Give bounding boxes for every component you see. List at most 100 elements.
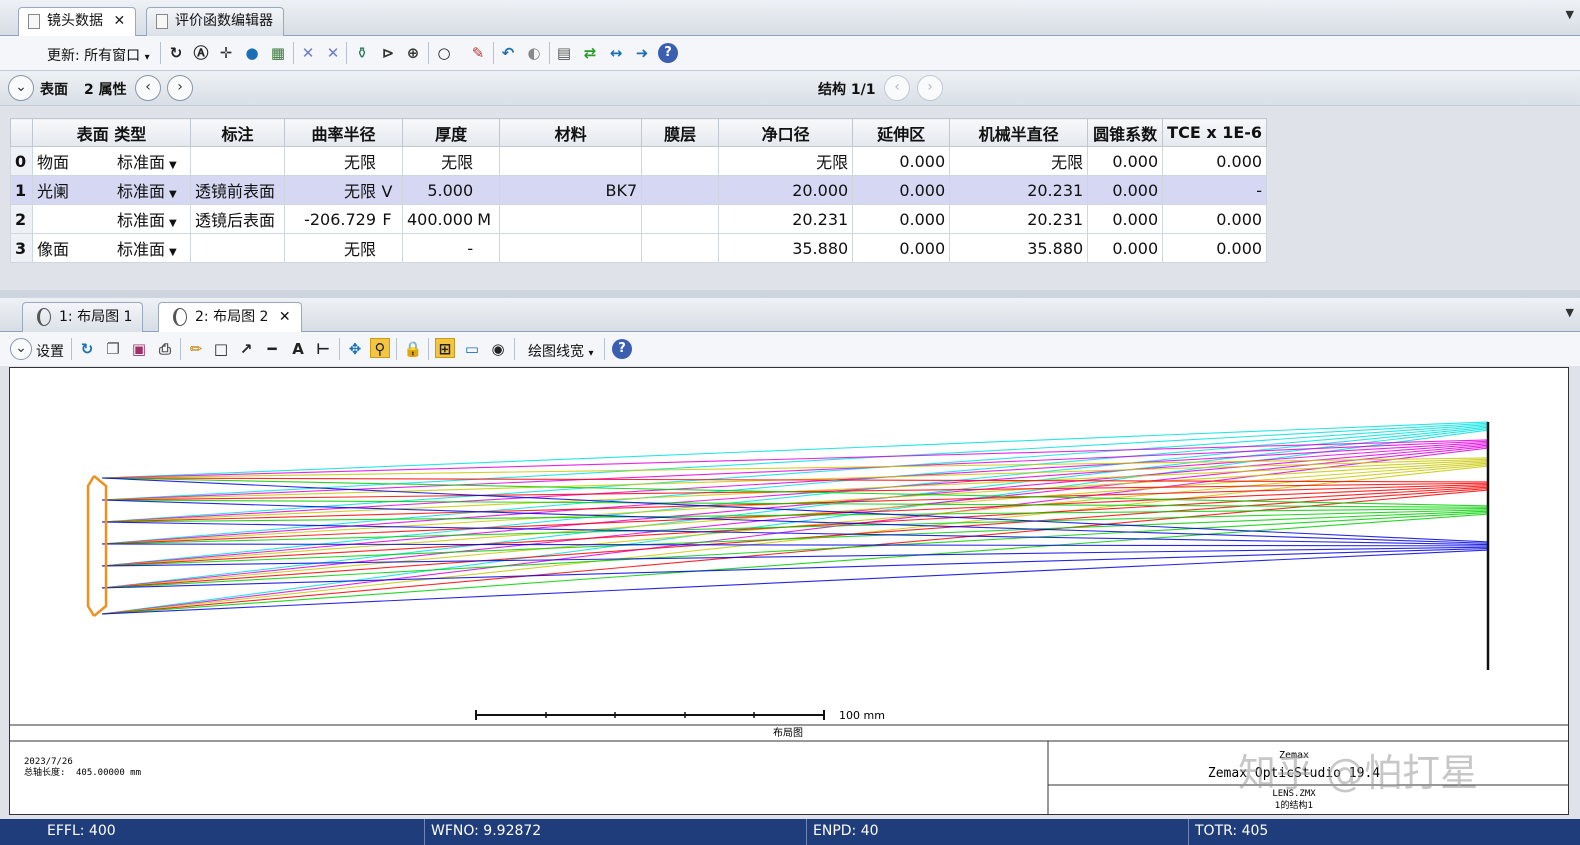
- comment-cell[interactable]: [190, 233, 285, 263]
- surface-type-cell[interactable]: 像面 标准面 ▼: [32, 233, 191, 263]
- save-icon[interactable]: ▣: [129, 339, 149, 359]
- tce-cell[interactable]: 0.000: [1162, 146, 1268, 176]
- undo-icon[interactable]: ↶: [498, 43, 518, 63]
- magic-wand-icon[interactable]: ✎: [468, 43, 488, 63]
- column-header[interactable]: 净口径: [718, 118, 854, 147]
- column-header[interactable]: 机械半直径: [949, 118, 1089, 147]
- conic-cell[interactable]: 0.000: [1087, 204, 1164, 234]
- column-header[interactable]: 圆锥系数: [1087, 118, 1164, 147]
- tce-cell[interactable]: -: [1162, 175, 1268, 205]
- table-row[interactable]: 0 物面 标准面 ▼ 无限 无限 无限 0.000 无限 0.000 0.000: [10, 146, 1268, 176]
- column-header[interactable]: 表面 类型: [32, 118, 191, 147]
- radius-cell[interactable]: 无限: [284, 233, 403, 263]
- tab-lens-data[interactable]: 镜头数据 ✕: [18, 7, 137, 37]
- column-header[interactable]: 材料: [499, 118, 643, 147]
- chip-zone-cell[interactable]: 0.000: [852, 175, 951, 205]
- thickness-solve[interactable]: M: [473, 210, 495, 229]
- collapse-icon[interactable]: ⌄: [8, 75, 34, 101]
- aperture-icon[interactable]: ○: [434, 43, 454, 63]
- thickness-cell[interactable]: 无限: [401, 146, 501, 176]
- arrows-icon[interactable]: ↔: [606, 43, 626, 63]
- crosshair-icon[interactable]: ✛: [216, 43, 236, 63]
- conic-cell[interactable]: 0.000: [1087, 175, 1164, 205]
- mech-semi-diameter-cell[interactable]: 无限: [949, 146, 1089, 176]
- conic-cell[interactable]: 0.000: [1087, 233, 1164, 263]
- chevron-down-icon[interactable]: ▼: [169, 218, 177, 229]
- next-surface-button[interactable]: ›: [167, 75, 193, 101]
- material-cell[interactable]: [499, 146, 643, 176]
- mech-semi-diameter-cell[interactable]: 20.231: [949, 204, 1089, 234]
- radius-solve[interactable]: F: [376, 210, 398, 229]
- chip-zone-cell[interactable]: 0.000: [852, 204, 951, 234]
- line-icon[interactable]: ━: [262, 339, 282, 359]
- lens-split-icon[interactable]: ⊕: [403, 43, 423, 63]
- comment-cell[interactable]: 透镜前表面: [190, 175, 285, 205]
- dimension-icon[interactable]: ⊢: [313, 339, 333, 359]
- close-icon[interactable]: ✕: [279, 309, 291, 325]
- radius-cell[interactable]: 无限: [284, 146, 403, 176]
- chevron-down-icon[interactable]: ▼: [169, 160, 177, 171]
- layout-plot[interactable]: 100 mm 布局图 2023/7/26 总轴长度: 405.00000 mm …: [9, 367, 1569, 815]
- clear-semi-diameter-cell[interactable]: 无限: [718, 146, 854, 176]
- settings-label[interactable]: 设置: [36, 341, 64, 361]
- column-header[interactable]: 厚度: [401, 118, 501, 147]
- mech-semi-diameter-cell[interactable]: 35.880: [949, 233, 1089, 263]
- material-cell[interactable]: [499, 233, 643, 263]
- comment-cell[interactable]: 透镜后表面: [190, 204, 285, 234]
- refresh-icon[interactable]: ↻: [77, 339, 97, 359]
- panel-menu-icon[interactable]: ▼: [1566, 8, 1574, 21]
- column-header[interactable]: 标注: [190, 118, 285, 147]
- refresh-icon[interactable]: ↻: [166, 43, 186, 63]
- previous-config-button[interactable]: ‹: [884, 75, 910, 101]
- radius-solve[interactable]: V: [376, 182, 398, 201]
- table-row[interactable]: 3 像面 标准面 ▼ 无限 - 35.880 0.000 35.880 0.000 …: [10, 233, 1268, 263]
- next-config-button[interactable]: ›: [917, 75, 943, 101]
- line-arrow-icon[interactable]: ↗: [236, 339, 256, 359]
- lens-flip-icon[interactable]: ⊳: [378, 43, 398, 63]
- mech-semi-diameter-cell[interactable]: 20.231: [949, 175, 1089, 205]
- arrow-right-icon[interactable]: ➜: [632, 43, 652, 63]
- close-icon[interactable]: ✕: [113, 13, 125, 29]
- help-icon[interactable]: ?: [658, 43, 678, 63]
- thickness-cell[interactable]: 5.000: [401, 175, 501, 205]
- column-header[interactable]: 膜层: [641, 118, 720, 147]
- coating-cell[interactable]: [641, 146, 720, 176]
- auto-update-icon[interactable]: Ⓐ: [191, 43, 211, 63]
- zoom-icon[interactable]: ⚲: [370, 338, 390, 358]
- surface-type-cell[interactable]: 光阑 标准面 ▼: [32, 175, 191, 205]
- comment-cell[interactable]: [190, 146, 285, 176]
- radius-cell[interactable]: 无限 V: [284, 175, 403, 205]
- delete-surface-icon[interactable]: ✕: [323, 43, 343, 63]
- clear-semi-diameter-cell[interactable]: 20.231: [718, 204, 854, 234]
- tce-cell[interactable]: 0.000: [1162, 233, 1268, 263]
- coating-cell[interactable]: [641, 175, 720, 205]
- tab-layout-1[interactable]: 1: 布局图 1: [22, 302, 144, 332]
- page-icon[interactable]: ▤: [554, 43, 574, 63]
- chip-zone-cell[interactable]: 0.000: [852, 233, 951, 263]
- pencil-icon[interactable]: ✏: [186, 339, 206, 359]
- surface-type-cell[interactable]: 物面 标准面 ▼: [32, 146, 191, 176]
- line-width-dropdown[interactable]: 绘图线宽 ▾: [528, 341, 593, 361]
- lock-icon[interactable]: 🔒: [403, 339, 423, 359]
- pane-splitter[interactable]: [0, 290, 1580, 298]
- fit-window-icon[interactable]: ⊞: [435, 338, 455, 358]
- copy-icon[interactable]: ❐: [103, 339, 123, 359]
- chip-zone-cell[interactable]: 0.000: [852, 146, 951, 176]
- column-header[interactable]: TCE x 1E-6: [1162, 118, 1268, 147]
- chevron-down-icon[interactable]: ▼: [169, 247, 177, 258]
- column-header[interactable]: 延伸区: [852, 118, 951, 147]
- column-header[interactable]: 曲率半径: [284, 118, 403, 147]
- tce-cell[interactable]: 0.000: [1162, 204, 1268, 234]
- table-row[interactable]: 1 光阑 标准面 ▼ 透镜前表面 无限 V 5.000 BK7 20.000 0.00…: [10, 175, 1268, 205]
- image-icon[interactable]: ▦: [268, 43, 288, 63]
- lens-icon[interactable]: ⚱: [352, 43, 372, 63]
- rectangle-icon[interactable]: □: [211, 339, 231, 359]
- text-icon[interactable]: A: [288, 339, 308, 359]
- previous-surface-button[interactable]: ‹: [135, 75, 161, 101]
- toggle-icon[interactable]: ◐: [524, 43, 544, 63]
- radius-cell[interactable]: -206.729 F: [284, 204, 403, 234]
- pan-icon[interactable]: ✥: [345, 339, 365, 359]
- globe-icon[interactable]: ●: [242, 43, 262, 63]
- insert-surface-icon[interactable]: ✕: [298, 43, 318, 63]
- clock-icon[interactable]: ◉: [488, 339, 508, 359]
